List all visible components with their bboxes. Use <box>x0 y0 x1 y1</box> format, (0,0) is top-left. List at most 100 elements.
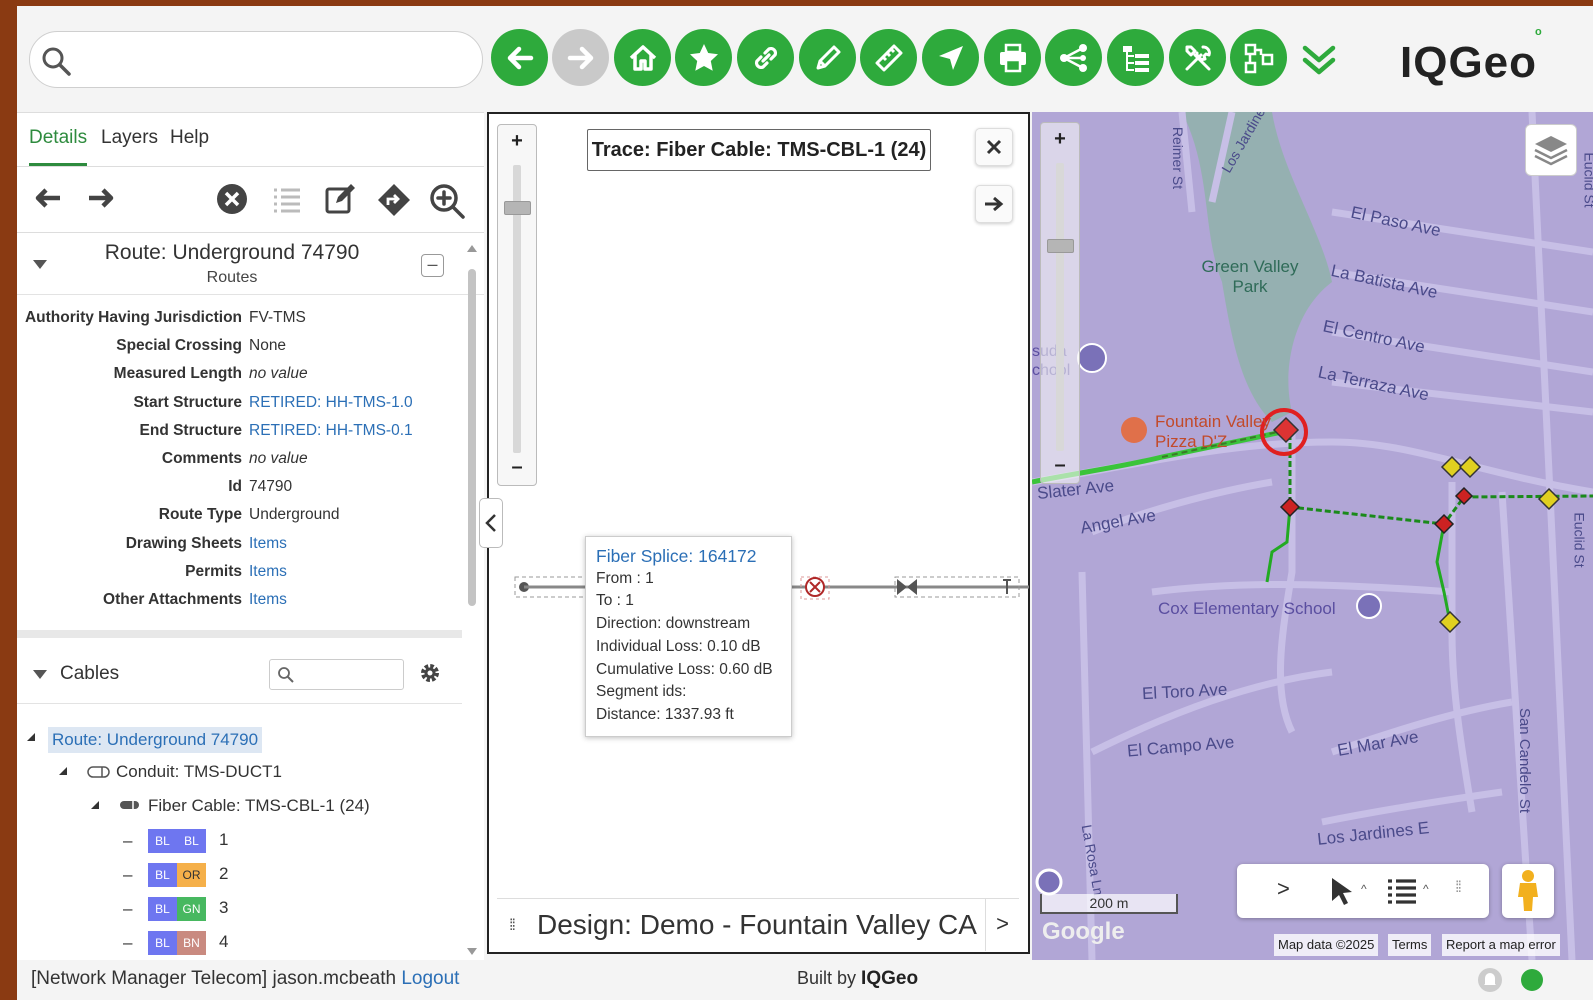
fiber-number[interactable]: 2 <box>219 864 228 884</box>
map-zoom-handle[interactable] <box>1047 239 1074 253</box>
close-trace-button[interactable] <box>975 128 1013 166</box>
tab-details[interactable]: Details <box>29 127 87 149</box>
scrollbar-thumb[interactable] <box>468 269 476 606</box>
fiber-number[interactable]: 1 <box>219 830 228 850</box>
bookmarks-button[interactable] <box>675 29 732 86</box>
map-zoom-in-button[interactable]: + <box>1041 123 1079 157</box>
tab-help[interactable]: Help <box>170 127 209 149</box>
drag-handle-icon[interactable]: ⁞⁞ <box>509 917 516 935</box>
cables-settings-button[interactable] <box>418 661 442 690</box>
list-tool-button[interactable] <box>1387 878 1417 909</box>
zoom-slider-handle[interactable] <box>504 201 531 215</box>
previous-feature-button[interactable] <box>33 183 63 218</box>
collapse-panel-button[interactable] <box>479 498 503 548</box>
more-tools-button[interactable] <box>1299 42 1339 83</box>
pegman-icon <box>1518 870 1538 911</box>
search-box[interactable] <box>29 31 483 88</box>
property-value: 74790 <box>249 478 293 496</box>
logout-link[interactable]: Logout <box>401 968 459 989</box>
edit-feature-button[interactable] <box>324 183 356 220</box>
property-link[interactable]: RETIRED: HH-TMS-1.0 <box>249 394 413 412</box>
tree-list-icon <box>1122 45 1149 72</box>
terms-link[interactable]: Terms <box>1388 934 1432 956</box>
expand-tools-button[interactable]: > <box>1277 876 1290 902</box>
drag-handle-icon[interactable]: ⁞⁞ <box>1455 879 1462 897</box>
splice-link[interactable]: Fiber Splice: 164172 <box>596 545 781 568</box>
tree-expanded-icon[interactable] <box>26 732 36 742</box>
panel-scrollbar[interactable] <box>466 243 478 961</box>
property-row: Start Structure RETIRED: HH-TMS-1.0 <box>17 394 462 422</box>
tools-icon <box>1185 45 1211 70</box>
property-link[interactable]: RETIRED: HH-TMS-0.1 <box>249 422 413 440</box>
collapse-triangle-icon[interactable] <box>33 670 47 679</box>
close-icon <box>986 139 1002 155</box>
network-trace-button[interactable] <box>1107 29 1164 86</box>
zoom-in-button[interactable]: + <box>498 125 536 159</box>
cables-search[interactable] <box>269 659 404 690</box>
trace-next-button[interactable] <box>975 185 1013 223</box>
tree-expanded-icon[interactable] <box>58 766 68 776</box>
property-link[interactable]: Items <box>249 563 287 581</box>
tab-layers[interactable]: Layers <box>101 127 158 149</box>
forward-button[interactable] <box>552 29 609 86</box>
brand-logo: IQGeoo <box>1400 26 1543 87</box>
map-zoom-out-button[interactable]: – <box>1041 449 1079 483</box>
property-link[interactable]: Items <box>249 591 287 609</box>
tree-expanded-icon[interactable] <box>90 800 100 810</box>
map-zoom-track[interactable] <box>1056 163 1064 451</box>
link-button[interactable] <box>737 29 794 86</box>
chevron-left-icon <box>485 514 496 532</box>
list-view-button[interactable] <box>271 183 303 220</box>
clear-selection-button[interactable] <box>216 183 248 220</box>
select-mode-caret[interactable]: ^ <box>1361 882 1367 896</box>
edit-button[interactable] <box>799 29 856 86</box>
navigation-arrow-icon <box>938 45 963 70</box>
list-mode-caret[interactable]: ^ <box>1423 882 1429 896</box>
structure-view-button[interactable] <box>1230 29 1287 86</box>
link-icon <box>754 46 777 69</box>
map-view[interactable]: El Paso Ave La Batista Ave El Centro Ave… <box>1032 112 1593 960</box>
tree-item-route[interactable]: Route: Underground 74790 <box>48 727 263 753</box>
back-button[interactable] <box>491 29 548 86</box>
select-tool-button[interactable] <box>1329 876 1355 911</box>
share-button[interactable] <box>1045 29 1102 86</box>
fiber-number[interactable]: 3 <box>219 898 228 918</box>
next-feature-button[interactable] <box>86 183 116 218</box>
fiber-tube-color: BL <box>148 863 177 887</box>
splice-detail-line: From : 1 <box>596 569 654 587</box>
layers-button[interactable] <box>1525 124 1577 176</box>
conduit-icon <box>87 766 110 778</box>
zoom-out-button[interactable]: – <box>498 451 536 485</box>
search-input[interactable] <box>80 42 470 78</box>
property-link[interactable]: Items <box>249 535 287 553</box>
measure-button[interactable] <box>860 29 917 86</box>
share-icon <box>1059 43 1087 72</box>
home-button[interactable] <box>614 29 671 86</box>
tree-item-cable[interactable]: Fiber Cable: TMS-CBL-1 (24) <box>148 796 370 816</box>
design-expand-button[interactable]: > <box>985 899 1019 951</box>
arrow-left-icon <box>35 188 60 208</box>
main-toolbar: IQGeoo <box>17 6 1593 112</box>
connection-status-icon <box>1521 969 1543 991</box>
scroll-up-icon[interactable] <box>466 243 478 253</box>
fiber-dash: – <box>123 899 133 918</box>
property-label: Permits <box>185 562 242 580</box>
scroll-down-icon[interactable] <box>466 947 478 957</box>
collapse-feature-button[interactable]: – <box>421 254 444 277</box>
street-label: Reimer St <box>1170 126 1187 190</box>
directions-button[interactable] <box>377 183 411 222</box>
fiber-number[interactable]: 4 <box>219 932 228 952</box>
map-background <box>1032 112 1593 960</box>
tools-button[interactable] <box>1169 29 1226 86</box>
street-view-button[interactable] <box>1502 864 1554 918</box>
notification-bell-icon[interactable] <box>1477 967 1503 993</box>
property-label: Route Type <box>158 506 242 524</box>
navigate-button[interactable] <box>922 29 979 86</box>
report-error-link[interactable]: Report a map error <box>1442 934 1560 956</box>
map-zoom-control: + – <box>1040 122 1080 484</box>
details-toolbar <box>17 167 484 233</box>
tree-item-conduit[interactable]: Conduit: TMS-DUCT1 <box>116 762 282 782</box>
zoom-to-feature-button[interactable] <box>429 183 465 224</box>
print-button[interactable] <box>984 29 1041 86</box>
cables-search-input[interactable] <box>298 664 398 686</box>
